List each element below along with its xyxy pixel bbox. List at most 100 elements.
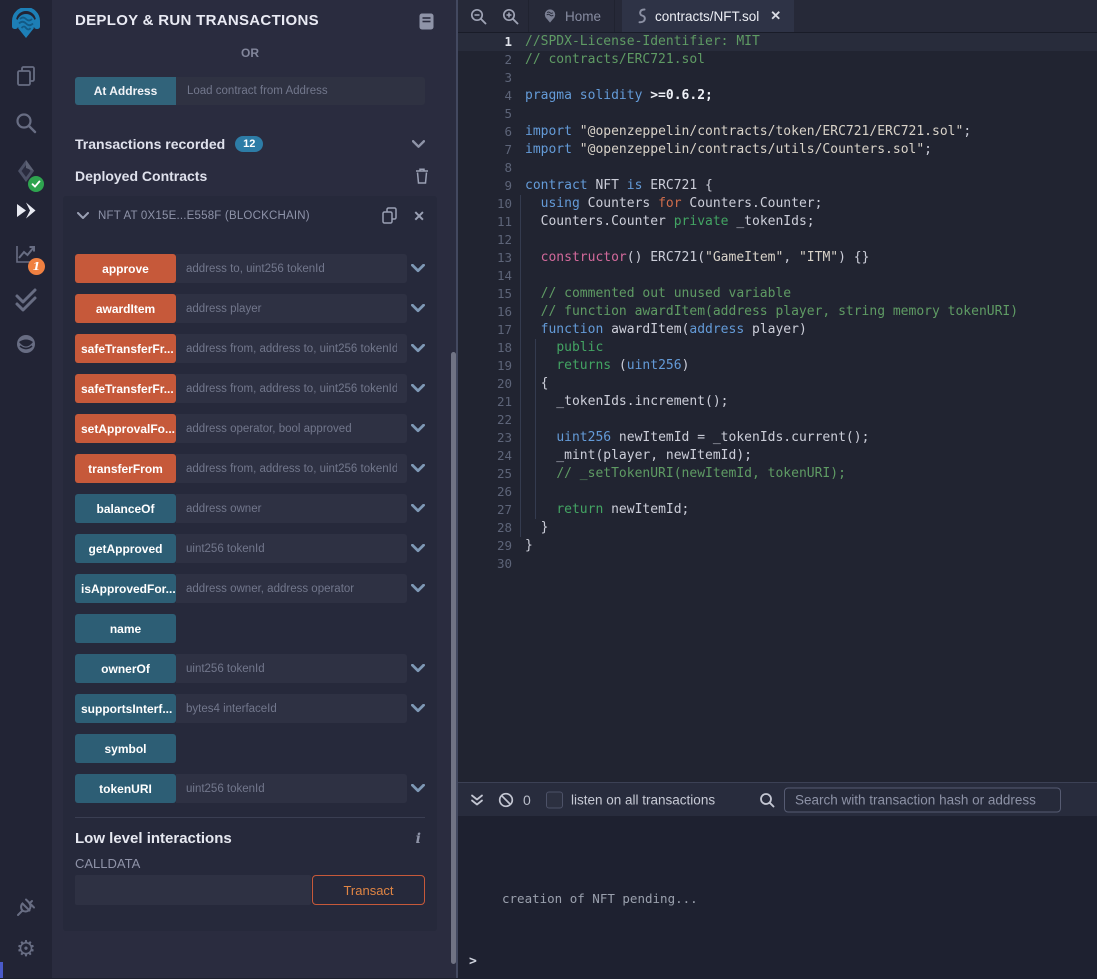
function-button-transferfrom[interactable]: transferFrom — [75, 454, 176, 483]
expand-function-icon[interactable] — [411, 664, 425, 673]
code-line-23[interactable]: 23 uint256 newItemId = _tokenIds.current… — [458, 429, 1097, 447]
code-line-6[interactable]: 6import "@openzeppelin/contracts/token/E… — [458, 123, 1097, 141]
code-line-10[interactable]: 10 using Counters for Counters.Counter; — [458, 195, 1097, 213]
code-line-22[interactable]: 22 — [458, 411, 1097, 429]
function-args-input[interactable] — [176, 414, 407, 443]
code-line-11[interactable]: 11 Counters.Counter private _tokenIds; — [458, 213, 1097, 231]
terminal-search-input[interactable] — [784, 787, 1061, 812]
code-area[interactable]: 1//SPDX-License-Identifier: MIT2// contr… — [458, 33, 1097, 573]
function-button-awarditem[interactable]: awardItem — [75, 294, 176, 323]
deployed-contracts-label: Deployed Contracts — [75, 168, 207, 184]
function-button-safetransferfr[interactable]: safeTransferFr... — [75, 374, 176, 403]
expand-function-icon[interactable] — [411, 504, 425, 513]
plugin-manager-icon[interactable] — [0, 895, 52, 919]
zoom-out-icon[interactable] — [470, 8, 487, 25]
code-line-15[interactable]: 15 // commented out unused variable — [458, 285, 1097, 303]
expand-function-icon[interactable] — [411, 384, 425, 393]
search-icon[interactable] — [0, 111, 52, 135]
function-args-input[interactable] — [176, 774, 407, 803]
code-line-2[interactable]: 2// contracts/ERC721.sol — [458, 51, 1097, 69]
chevron-down-icon[interactable] — [77, 212, 89, 220]
trash-icon[interactable] — [415, 168, 429, 184]
close-tab-icon[interactable]: ✕ — [770, 8, 781, 24]
chevron-down-icon[interactable] — [412, 140, 425, 149]
code-line-16[interactable]: 16 // function awardItem(address player,… — [458, 303, 1097, 321]
expand-function-icon[interactable] — [411, 424, 425, 433]
code-line-20[interactable]: 20 { — [458, 375, 1097, 393]
function-button-approve[interactable]: approve — [75, 254, 176, 283]
function-args-input[interactable] — [176, 654, 407, 683]
code-line-8[interactable]: 8 — [458, 159, 1097, 177]
function-args-input[interactable] — [176, 694, 407, 723]
code-line-30[interactable]: 30 — [458, 555, 1097, 573]
function-args-input[interactable] — [176, 374, 407, 403]
function-button-getapproved[interactable]: getApproved — [75, 534, 176, 563]
expand-function-icon[interactable] — [411, 544, 425, 553]
function-args-input[interactable] — [176, 494, 407, 523]
code-line-17[interactable]: 17 function awardItem(address player) — [458, 321, 1097, 339]
zoom-in-icon[interactable] — [502, 8, 519, 25]
code-line-18[interactable]: 18 public — [458, 339, 1097, 357]
code-line-21[interactable]: 21 _tokenIds.increment(); — [458, 393, 1097, 411]
code-line-14[interactable]: 14 — [458, 267, 1097, 285]
code-line-26[interactable]: 26 — [458, 483, 1097, 501]
code-line-29[interactable]: 29} — [458, 537, 1097, 555]
tab-home[interactable]: Home — [528, 0, 615, 32]
deploy-and-run-icon[interactable] — [0, 199, 52, 223]
settings-gear-icon[interactable]: ⚙ — [0, 938, 52, 960]
debugger-icon[interactable] — [0, 332, 52, 356]
function-button-tokenuri[interactable]: tokenURI — [75, 774, 176, 803]
code-line-27[interactable]: 27 return newItemId; — [458, 501, 1097, 519]
code-line-4[interactable]: 4pragma solidity >=0.6.2; — [458, 87, 1097, 105]
file-explorer-icon[interactable] — [0, 64, 52, 88]
solidity-compiler-icon[interactable] — [0, 159, 52, 185]
listen-label[interactable]: listen on all transactions — [571, 792, 715, 807]
code-line-24[interactable]: 24 _mint(player, newItemId); — [458, 447, 1097, 465]
function-button-safetransferfr[interactable]: safeTransferFr... — [75, 334, 176, 363]
function-args-input[interactable] — [176, 574, 407, 603]
static-analysis-icon[interactable] — [0, 287, 52, 313]
at-address-button[interactable]: At Address — [75, 77, 176, 105]
function-button-balanceof[interactable]: balanceOf — [75, 494, 176, 523]
code-line-13[interactable]: 13 constructor() ERC721("GameItem", "ITM… — [458, 249, 1097, 267]
function-args-input[interactable] — [176, 254, 407, 283]
code-line-12[interactable]: 12 — [458, 231, 1097, 249]
expand-function-icon[interactable] — [411, 464, 425, 473]
code-line-25[interactable]: 25 // _setTokenURI(newItemId, tokenURI); — [458, 465, 1097, 483]
code-line-28[interactable]: 28 } — [458, 519, 1097, 537]
code-line-5[interactable]: 5 — [458, 105, 1097, 123]
code-line-9[interactable]: 9contract NFT is ERC721 { — [458, 177, 1097, 195]
code-line-1[interactable]: 1//SPDX-License-Identifier: MIT — [458, 33, 1097, 51]
function-args-input[interactable] — [176, 454, 407, 483]
expand-function-icon[interactable] — [411, 784, 425, 793]
at-address-input[interactable] — [176, 77, 425, 105]
function-button-ownerof[interactable]: ownerOf — [75, 654, 176, 683]
clear-console-icon[interactable] — [498, 792, 514, 808]
tab-home-label: Home — [565, 9, 601, 24]
function-button-name[interactable]: name — [75, 614, 176, 643]
expand-function-icon[interactable] — [411, 584, 425, 593]
code-line-7[interactable]: 7import "@openzeppelin/contracts/utils/C… — [458, 141, 1097, 159]
code-line-3[interactable]: 3 — [458, 69, 1097, 87]
tab-contracts-nft-sol[interactable]: contracts/NFT.sol ✕ — [622, 0, 794, 32]
function-button-supportsinterf[interactable]: supportsInterf... — [75, 694, 176, 723]
code-line-19[interactable]: 19 returns (uint256) — [458, 357, 1097, 375]
transact-button[interactable]: Transact — [312, 875, 425, 905]
calldata-input[interactable] — [75, 875, 311, 905]
collapse-terminal-icon[interactable] — [470, 793, 484, 806]
expand-function-icon[interactable] — [411, 344, 425, 353]
function-args-input[interactable] — [176, 294, 407, 323]
copy-icon[interactable] — [382, 207, 397, 224]
expand-function-icon[interactable] — [411, 304, 425, 313]
function-button-symbol[interactable]: symbol — [75, 734, 176, 763]
function-args-input[interactable] — [176, 534, 407, 563]
listen-checkbox[interactable] — [546, 791, 563, 808]
line-number: 7 — [458, 141, 525, 159]
transactions-journal-icon[interactable] — [419, 13, 434, 30]
expand-function-icon[interactable] — [411, 264, 425, 273]
function-button-isapprovedfor[interactable]: isApprovedFor... — [75, 574, 176, 603]
close-icon[interactable]: ✕ — [413, 209, 425, 223]
function-button-setapprovalfo[interactable]: setApprovalFo... — [75, 414, 176, 443]
function-args-input[interactable] — [176, 334, 407, 363]
expand-function-icon[interactable] — [411, 704, 425, 713]
